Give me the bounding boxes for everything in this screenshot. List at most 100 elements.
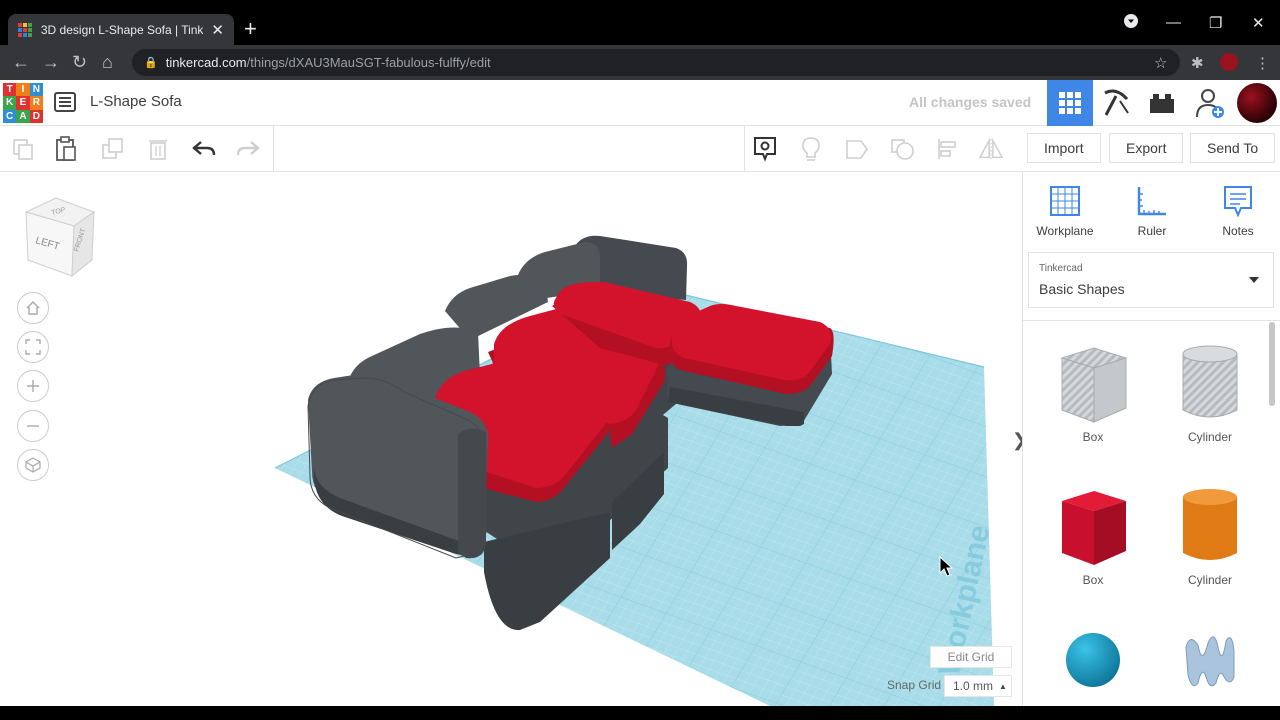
- workplane-canvas[interactable]: Workplane: [0, 172, 1022, 706]
- panel-scrollbar[interactable]: [1269, 322, 1275, 406]
- export-button[interactable]: Export: [1109, 133, 1184, 163]
- box-hole-icon: [1060, 347, 1128, 423]
- align-button[interactable]: [935, 136, 961, 162]
- mirror-button[interactable]: [978, 136, 1004, 162]
- workplane-tool[interactable]: Workplane: [1030, 184, 1100, 238]
- zoom-in-button[interactable]: [17, 370, 49, 402]
- add-user-icon: [1196, 89, 1224, 118]
- snap-grid-select[interactable]: 1.0 mm ▲: [944, 675, 1012, 697]
- new-tab-icon[interactable]: +: [244, 18, 257, 40]
- back-icon[interactable]: ←: [12, 52, 30, 72]
- forward-icon[interactable]: →: [42, 52, 60, 72]
- profile-menu-icon[interactable]: [1124, 14, 1138, 32]
- undo-button[interactable]: [191, 136, 217, 162]
- tinkercad-logo[interactable]: T I N K E R C A D: [3, 83, 43, 123]
- mirror-icon: [978, 137, 1004, 160]
- edit-grid-button[interactable]: Edit Grid: [930, 646, 1012, 668]
- design-title[interactable]: L-Shape Sofa: [90, 93, 182, 110]
- tab-close-icon[interactable]: ✕: [211, 21, 224, 39]
- shape-cylinder-hole[interactable]: Cylinder: [1160, 344, 1260, 444]
- taskbar-edge: [0, 706, 1280, 720]
- cube-icon: [25, 457, 41, 473]
- ruler-label: Ruler: [1137, 224, 1167, 238]
- tab-title: 3D design L-Shape Sofa | Tinkerc: [40, 22, 204, 37]
- home-view-button[interactable]: [17, 292, 49, 324]
- ungroup-icon: [891, 139, 914, 160]
- sphere-icon: [1066, 633, 1120, 687]
- browser-avatar[interactable]: [1220, 53, 1238, 75]
- design-list-icon[interactable]: [54, 92, 76, 112]
- 3d-workspace[interactable]: Workplane TOP LEFT FRONT Edit Grid Snap …: [0, 172, 1022, 706]
- zoom-out-button[interactable]: [17, 410, 49, 442]
- browser-menu-icon[interactable]: ⋮: [1255, 54, 1270, 72]
- blocks-view-button[interactable]: [1093, 80, 1139, 126]
- browser-toolbar: ← → ↻ ⌂ 🔒 tinkercad.com/things/dXAU3MauS…: [0, 45, 1280, 80]
- perspective-button[interactable]: [17, 449, 49, 481]
- fit-icon: [25, 339, 41, 355]
- shape-box-hole[interactable]: Box: [1043, 344, 1143, 444]
- import-button[interactable]: Import: [1027, 133, 1101, 163]
- send-to-button[interactable]: Send To: [1190, 133, 1276, 163]
- tinkercad-app: T I N K E R C A D L-Shape Sofa All chang…: [0, 80, 1280, 706]
- library-name: Basic Shapes: [1039, 281, 1125, 297]
- notes-tool[interactable]: Notes: [1203, 184, 1273, 238]
- url-host: tinkercad.com: [165, 55, 247, 70]
- browser-tab[interactable]: 3D design L-Shape Sofa | Tinkerc ✕: [8, 14, 234, 45]
- maximize-icon[interactable]: ❐: [1209, 14, 1222, 32]
- duplicate-icon: [102, 138, 123, 159]
- library-category: Tinkercad: [1039, 263, 1083, 274]
- redo-button[interactable]: [235, 136, 261, 162]
- ungroup-button[interactable]: [890, 136, 916, 162]
- shapes-panel: Workplane Ruler Notes Tinkercad Basic Sh…: [1022, 172, 1280, 706]
- minimize-icon[interactable]: —: [1166, 14, 1181, 31]
- ruler-tool[interactable]: Ruler: [1117, 184, 1187, 238]
- shape-label: Cylinder: [1187, 573, 1232, 587]
- delete-button[interactable]: [145, 136, 171, 162]
- paste-icon: [56, 136, 76, 161]
- shape-label: Cylinder: [1187, 430, 1232, 444]
- caret-down-icon: [1249, 277, 1259, 283]
- home-icon[interactable]: ⌂: [102, 52, 113, 72]
- notes-toggle-button[interactable]: [752, 136, 778, 162]
- app-header: T I N K E R C A D L-Shape Sofa All chang…: [0, 80, 1280, 126]
- shape-library-select[interactable]: Tinkercad Basic Shapes: [1028, 252, 1274, 308]
- home-icon: [26, 301, 40, 315]
- shape-sphere[interactable]: [1043, 630, 1143, 696]
- paste-button[interactable]: [53, 136, 79, 162]
- scribble-icon: [1185, 636, 1235, 687]
- box-icon: [1062, 491, 1126, 565]
- view-cube[interactable]: TOP LEFT FRONT: [22, 196, 98, 282]
- notes-icon: [1224, 186, 1252, 218]
- edit-toolbar: Import Export Send To: [0, 126, 1280, 172]
- workplane-icon: [1050, 186, 1080, 216]
- grid-icon: [1059, 92, 1081, 114]
- duplicate-button[interactable]: [100, 136, 126, 162]
- align-icon: [938, 139, 956, 159]
- plus-icon: [27, 380, 39, 392]
- panel-divider: [1023, 320, 1280, 321]
- fit-view-button[interactable]: [17, 331, 49, 363]
- shape-box[interactable]: Box: [1043, 487, 1143, 587]
- user-avatar[interactable]: [1237, 83, 1277, 123]
- reload-icon[interactable]: ↻: [72, 52, 87, 72]
- extensions-icon[interactable]: ✱: [1191, 54, 1204, 72]
- shape-scribble[interactable]: [1160, 627, 1260, 697]
- bookmark-star-icon[interactable]: ☆: [1154, 54, 1167, 72]
- 3d-view-button[interactable]: [1047, 80, 1093, 126]
- save-status: All changes saved: [909, 94, 1032, 110]
- collapse-panel-icon[interactable]: ❯: [1012, 430, 1022, 451]
- window-close-icon[interactable]: ✕: [1252, 14, 1265, 32]
- shape-cylinder[interactable]: Cylinder: [1160, 487, 1260, 587]
- show-all-button[interactable]: [798, 136, 824, 162]
- brick-icon: [1150, 94, 1174, 113]
- copy-button[interactable]: [10, 136, 36, 162]
- group-button[interactable]: [844, 136, 870, 162]
- invite-user-button[interactable]: [1187, 80, 1233, 126]
- address-bar[interactable]: 🔒 tinkercad.com/things/dXAU3MauSGT-fabul…: [132, 49, 1180, 76]
- toolbar-divider: [273, 126, 274, 172]
- pickaxe-icon: [1104, 89, 1129, 116]
- toolbar-divider: [744, 126, 745, 172]
- bricks-view-button[interactable]: [1139, 80, 1185, 126]
- cylinder-icon: [1183, 489, 1237, 560]
- url-path: /things/dXAU3MauSGT-fabulous-fulffy/edit: [246, 55, 491, 70]
